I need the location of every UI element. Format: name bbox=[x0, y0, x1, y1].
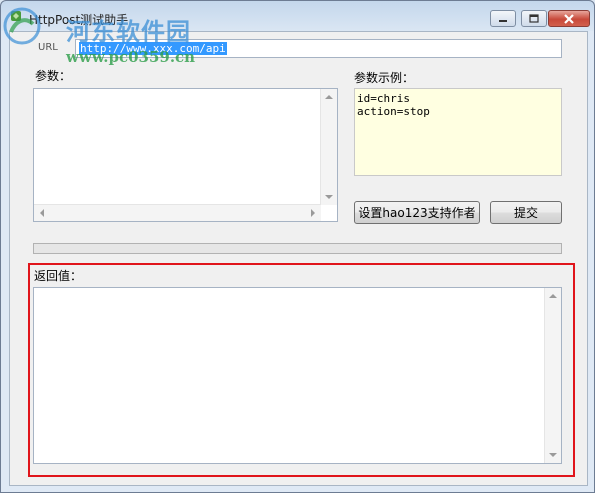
return-label: 返回值： bbox=[34, 269, 83, 283]
url-label: URL bbox=[38, 42, 58, 53]
client-area: URL http://www.xxx.com/api 参数： 参数示例： id=… bbox=[9, 31, 588, 486]
close-icon bbox=[549, 11, 589, 26]
minimize-icon bbox=[491, 11, 515, 26]
maximize-button[interactable] bbox=[521, 10, 547, 27]
scroll-right-icon[interactable] bbox=[305, 205, 321, 221]
return-textarea[interactable] bbox=[33, 287, 562, 464]
scroll-up-icon[interactable] bbox=[545, 288, 561, 304]
scroll-left-icon[interactable] bbox=[34, 205, 50, 221]
scroll-down-icon[interactable] bbox=[545, 447, 561, 463]
params-label: 参数： bbox=[35, 69, 72, 83]
progress-bar bbox=[33, 243, 562, 254]
params-textarea[interactable] bbox=[33, 88, 338, 222]
maximize-icon bbox=[522, 11, 546, 26]
example-line: action=stop bbox=[357, 105, 430, 118]
scroll-up-icon[interactable] bbox=[321, 89, 337, 105]
submit-button[interactable]: 提交 bbox=[490, 201, 562, 224]
return-vertical-scrollbar[interactable] bbox=[544, 288, 561, 463]
scroll-down-icon[interactable] bbox=[321, 189, 337, 205]
app-icon bbox=[11, 11, 21, 21]
title-bar[interactable]: HttpPost测试助手 bbox=[1, 1, 594, 31]
params-horizontal-scrollbar[interactable] bbox=[34, 204, 321, 221]
main-window: HttpPost测试助手 URL http://www.xxx.com/api … bbox=[0, 0, 595, 493]
params-vertical-scrollbar[interactable] bbox=[320, 89, 337, 205]
window-title: HttpPost测试助手 bbox=[29, 13, 129, 27]
minimize-button[interactable] bbox=[490, 10, 516, 27]
close-button[interactable] bbox=[548, 10, 590, 27]
example-label: 参数示例： bbox=[354, 71, 415, 85]
url-value: http://www.xxx.com/api bbox=[79, 42, 227, 55]
settings-button[interactable]: 设置hao123支持作者 bbox=[354, 201, 480, 224]
example-line: id=chris bbox=[357, 92, 410, 105]
example-box: id=chris action=stop bbox=[354, 88, 562, 176]
url-input[interactable]: http://www.xxx.com/api bbox=[75, 39, 562, 58]
